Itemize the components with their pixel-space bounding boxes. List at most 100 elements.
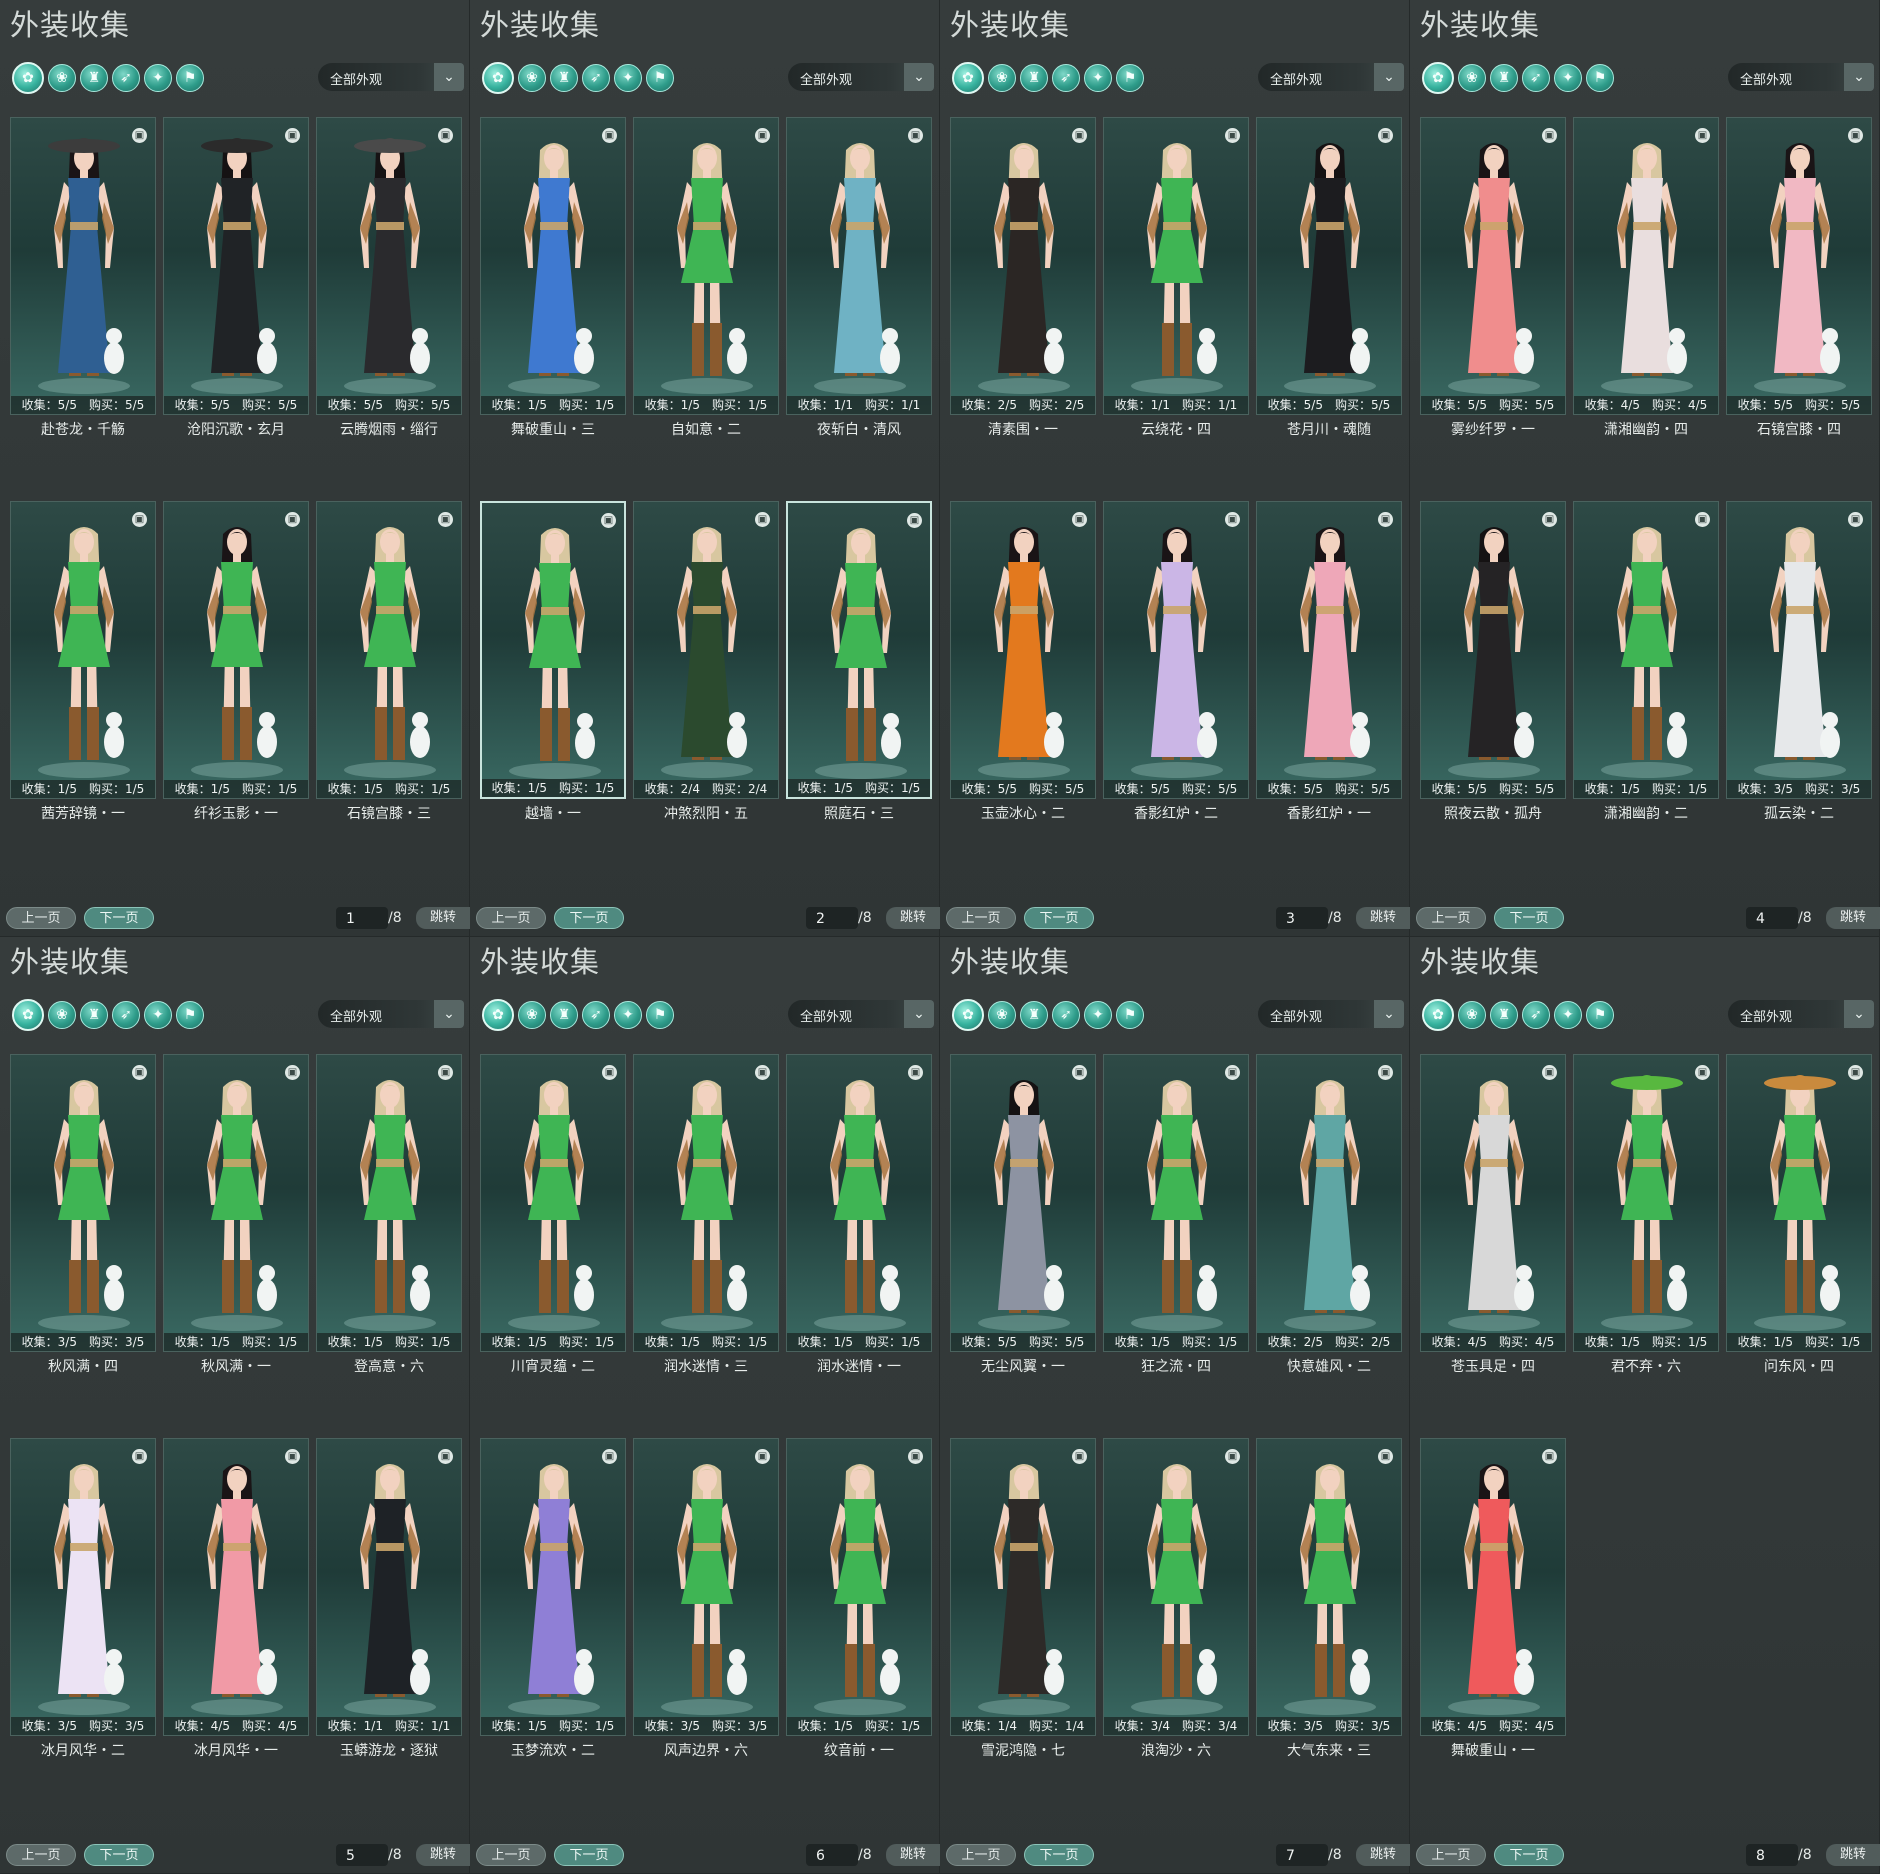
wardrobe-lock-icon[interactable]: ▣: [1695, 1065, 1710, 1080]
outfit-card[interactable]: ▣ 收集：1/5 购买：1/5: [163, 1054, 309, 1352]
prev-page-button[interactable]: 上一页: [6, 1844, 76, 1866]
outfit-card[interactable]: ▣ 收集：1/5 购买：1/5: [786, 1054, 932, 1352]
wardrobe-lock-icon[interactable]: ▣: [1848, 1065, 1863, 1080]
prev-page-button[interactable]: 上一页: [476, 1844, 546, 1866]
chevron-down-icon[interactable]: ⌄: [1374, 1000, 1404, 1028]
outfit-card[interactable]: ▣ 收集：3/5 购买：3/5: [1256, 1438, 1402, 1736]
outfit-filter-dropdown[interactable]: 全部外观 ⌄: [788, 1000, 934, 1028]
wardrobe-lock-icon[interactable]: ▣: [755, 512, 770, 527]
wardrobe-lock-icon[interactable]: ▣: [1225, 1449, 1240, 1464]
wardrobe-lock-icon[interactable]: ▣: [285, 1065, 300, 1080]
chevron-down-icon[interactable]: ⌄: [1844, 63, 1874, 91]
wardrobe-lock-icon[interactable]: ▣: [1225, 512, 1240, 527]
boots-icon[interactable]: ⚑: [1116, 64, 1144, 92]
outfit-card[interactable]: ▣ 收集：5/5 购买：5/5: [1420, 117, 1566, 415]
page-number-input[interactable]: 6: [806, 1844, 858, 1866]
top-icon[interactable]: ♜: [550, 64, 578, 92]
outfit-card[interactable]: ▣ 收集：5/5 购买：5/5: [163, 117, 309, 415]
wardrobe-lock-icon[interactable]: ▣: [285, 512, 300, 527]
top-icon[interactable]: ♜: [1490, 1001, 1518, 1029]
outfit-card[interactable]: ▣ 收集：1/1 购买：1/1: [316, 1438, 462, 1736]
outfit-card[interactable]: ▣ 收集：5/5 购买：5/5: [316, 117, 462, 415]
headwear-icon[interactable]: ❀: [1458, 64, 1486, 92]
outfit-all-icon[interactable]: ✿: [1422, 62, 1454, 94]
headwear-icon[interactable]: ❀: [988, 1001, 1016, 1029]
mask-icon[interactable]: ✦: [614, 1001, 642, 1029]
outfit-card[interactable]: ▣ 收集：3/5 购买：3/5: [633, 1438, 779, 1736]
wardrobe-lock-icon[interactable]: ▣: [601, 513, 616, 528]
outfit-all-icon[interactable]: ✿: [12, 999, 44, 1031]
outfit-card[interactable]: ▣ 收集：1/5 购买：1/5: [480, 117, 626, 415]
outfit-filter-dropdown[interactable]: 全部外观 ⌄: [1258, 63, 1404, 91]
page-number-input[interactable]: 7: [1276, 1844, 1328, 1866]
wardrobe-lock-icon[interactable]: ▣: [755, 1065, 770, 1080]
outfit-card[interactable]: ▣ 收集：2/5 购买：2/5: [950, 117, 1096, 415]
wardrobe-lock-icon[interactable]: ▣: [602, 128, 617, 143]
outfit-card[interactable]: ▣ 收集：2/4 购买：2/4: [633, 501, 779, 799]
wardrobe-lock-icon[interactable]: ▣: [1378, 512, 1393, 527]
top-icon[interactable]: ♜: [1490, 64, 1518, 92]
page-number-input[interactable]: 8: [1746, 1844, 1798, 1866]
cape-icon[interactable]: ➶: [1522, 64, 1550, 92]
next-page-button[interactable]: 下一页: [1494, 1844, 1564, 1866]
boots-icon[interactable]: ⚑: [1586, 64, 1614, 92]
mask-icon[interactable]: ✦: [614, 64, 642, 92]
outfit-card[interactable]: ▣ 收集：3/4 购买：3/4: [1103, 1438, 1249, 1736]
next-page-button[interactable]: 下一页: [554, 907, 624, 929]
outfit-card[interactable]: ▣ 收集：3/5 购买：3/5: [10, 1054, 156, 1352]
chevron-down-icon[interactable]: ⌄: [1844, 1000, 1874, 1028]
outfit-card[interactable]: ▣ 收集：5/5 购买：5/5: [1103, 501, 1249, 799]
cape-icon[interactable]: ➶: [582, 1001, 610, 1029]
outfit-filter-dropdown[interactable]: 全部外观 ⌄: [318, 63, 464, 91]
wardrobe-lock-icon[interactable]: ▣: [1378, 128, 1393, 143]
outfit-all-icon[interactable]: ✿: [1422, 999, 1454, 1031]
jump-button[interactable]: 跳转: [1826, 907, 1880, 929]
boots-icon[interactable]: ⚑: [646, 1001, 674, 1029]
next-page-button[interactable]: 下一页: [84, 907, 154, 929]
boots-icon[interactable]: ⚑: [176, 64, 204, 92]
outfit-card[interactable]: ▣ 收集：3/5 购买：3/5: [1726, 501, 1872, 799]
outfit-card[interactable]: ▣ 收集：5/5 购买：5/5: [10, 117, 156, 415]
wardrobe-lock-icon[interactable]: ▣: [132, 1065, 147, 1080]
prev-page-button[interactable]: 上一页: [946, 907, 1016, 929]
outfit-card[interactable]: ▣ 收集：1/5 购买：1/5: [480, 501, 626, 799]
wardrobe-lock-icon[interactable]: ▣: [1695, 512, 1710, 527]
mask-icon[interactable]: ✦: [1554, 64, 1582, 92]
prev-page-button[interactable]: 上一页: [6, 907, 76, 929]
wardrobe-lock-icon[interactable]: ▣: [755, 1449, 770, 1464]
outfit-card[interactable]: ▣ 收集：1/4 购买：1/4: [950, 1438, 1096, 1736]
top-icon[interactable]: ♜: [550, 1001, 578, 1029]
mask-icon[interactable]: ✦: [144, 64, 172, 92]
wardrobe-lock-icon[interactable]: ▣: [602, 1065, 617, 1080]
outfit-card[interactable]: ▣ 收集：1/1 购买：1/1: [1103, 117, 1249, 415]
page-number-input[interactable]: 5: [336, 1844, 388, 1866]
wardrobe-lock-icon[interactable]: ▣: [1695, 128, 1710, 143]
boots-icon[interactable]: ⚑: [1116, 1001, 1144, 1029]
top-icon[interactable]: ♜: [80, 64, 108, 92]
outfit-card[interactable]: ▣ 收集：4/5 购买：4/5: [1420, 1054, 1566, 1352]
outfit-filter-dropdown[interactable]: 全部外观 ⌄: [1728, 1000, 1874, 1028]
cape-icon[interactable]: ➶: [112, 64, 140, 92]
wardrobe-lock-icon[interactable]: ▣: [1225, 128, 1240, 143]
next-page-button[interactable]: 下一页: [1024, 907, 1094, 929]
headwear-icon[interactable]: ❀: [48, 64, 76, 92]
chevron-down-icon[interactable]: ⌄: [1374, 63, 1404, 91]
outfit-card[interactable]: ▣ 收集：5/5 购买：5/5: [950, 501, 1096, 799]
wardrobe-lock-icon[interactable]: ▣: [1848, 512, 1863, 527]
wardrobe-lock-icon[interactable]: ▣: [907, 513, 922, 528]
outfit-filter-dropdown[interactable]: 全部外观 ⌄: [788, 63, 934, 91]
jump-button[interactable]: 跳转: [1826, 1844, 1880, 1866]
outfit-filter-dropdown[interactable]: 全部外观 ⌄: [318, 1000, 464, 1028]
wardrobe-lock-icon[interactable]: ▣: [438, 1065, 453, 1080]
prev-page-button[interactable]: 上一页: [1416, 907, 1486, 929]
wardrobe-lock-icon[interactable]: ▣: [132, 512, 147, 527]
outfit-all-icon[interactable]: ✿: [12, 62, 44, 94]
headwear-icon[interactable]: ❀: [518, 64, 546, 92]
outfit-card[interactable]: ▣ 收集：4/5 购买：4/5: [163, 1438, 309, 1736]
wardrobe-lock-icon[interactable]: ▣: [755, 128, 770, 143]
outfit-card[interactable]: ▣ 收集：1/5 购买：1/5: [316, 501, 462, 799]
top-icon[interactable]: ♜: [80, 1001, 108, 1029]
outfit-card[interactable]: ▣ 收集：3/5 购买：3/5: [10, 1438, 156, 1736]
mask-icon[interactable]: ✦: [1554, 1001, 1582, 1029]
jump-button[interactable]: 跳转: [416, 907, 470, 929]
